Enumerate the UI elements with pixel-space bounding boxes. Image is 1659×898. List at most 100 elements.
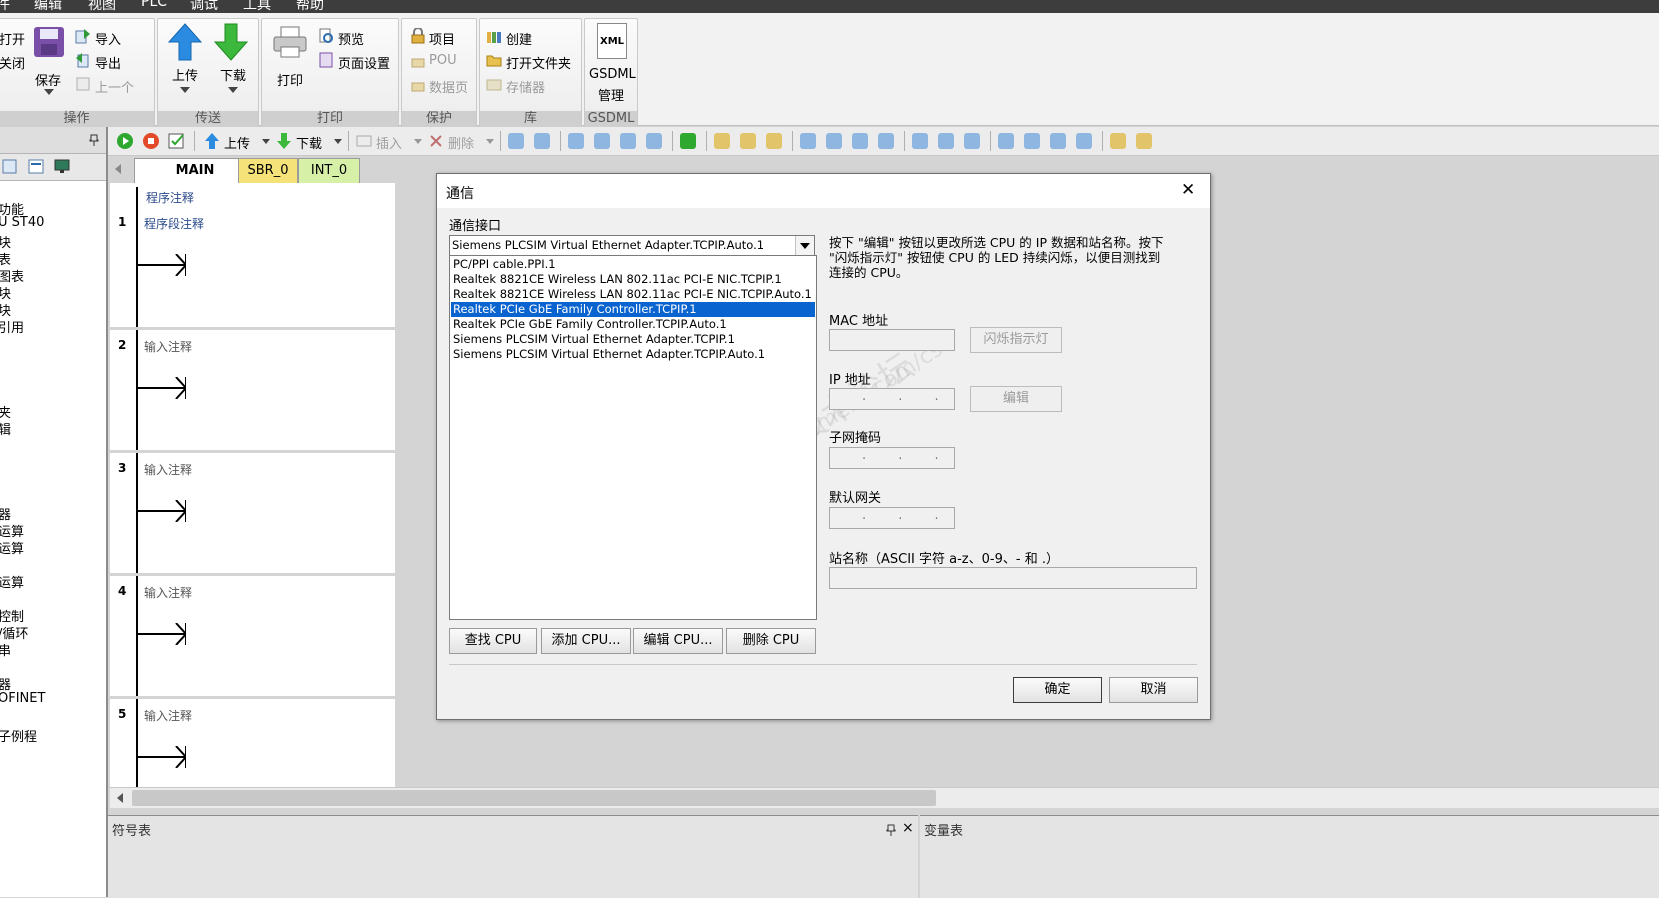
delete-icon[interactable] [428,133,444,149]
run-icon[interactable] [116,132,134,150]
open-button[interactable]: 打开 [0,29,25,48]
view-icon[interactable] [2,159,18,175]
close-icon[interactable]: ✕ [1181,180,1195,200]
output-coil-icon[interactable] [138,623,186,645]
find-cpu-button[interactable]: 查找 CPU [449,628,537,654]
upload-button[interactable]: 上传 [172,65,198,84]
line-down-icon[interactable] [826,133,842,149]
symbol-table-title[interactable]: 符号表 [112,820,151,839]
rung-comment[interactable]: 输入注释 [144,461,192,478]
lock-3-icon[interactable] [766,133,782,149]
print-button[interactable]: 打印 [277,70,303,89]
upload-arrow-icon[interactable] [204,132,220,150]
scroll-left-icon[interactable] [116,793,124,803]
horizontal-scrollbar[interactable] [110,787,1659,808]
export-button[interactable]: 导出 [95,53,121,72]
chevron-down-icon[interactable] [44,89,54,95]
printer-icon[interactable] [272,25,308,59]
menu-help[interactable]: 帮助 [296,0,324,13]
menu-view[interactable]: 视图 [88,0,116,13]
blink-led-button[interactable]: 闪烁指示灯 [970,327,1062,353]
pin-icon[interactable] [89,134,99,146]
coil-icon[interactable] [938,133,954,149]
create-library-button[interactable]: 创建 [506,29,532,48]
chevron-down-icon[interactable] [486,139,494,144]
pin-icon[interactable] [886,824,896,836]
line-right-icon[interactable] [878,133,894,149]
lock-icon[interactable] [714,133,730,149]
menu-debug[interactable]: 调试 [190,0,218,13]
tab-int0[interactable]: INT_0 [298,158,360,183]
network-icon[interactable] [508,133,524,149]
save-icon[interactable] [32,25,66,59]
preview-button[interactable]: 预览 [338,29,364,48]
network-2-icon[interactable] [534,133,550,149]
open-folder-button[interactable]: 打开文件夹 [506,53,571,72]
rung-comment[interactable]: 程序段注释 [144,215,204,232]
program-comment-row[interactable]: 程序注释 [110,183,395,207]
rung-icon[interactable] [568,133,584,149]
add-cpu-button[interactable]: 添加 CPU... [541,628,631,654]
tree-item[interactable]: 运算 [0,572,24,591]
memory-button[interactable]: 存储器 [506,77,545,96]
list-view-icon[interactable] [28,159,44,175]
output-coil-icon[interactable] [138,500,186,522]
output-coil-icon[interactable] [138,377,186,399]
pou-protect-button[interactable]: POU [429,53,457,68]
save-button[interactable]: 保存 [35,70,61,89]
line-up-icon[interactable] [852,133,868,149]
interface-list[interactable]: PC/PPI cable.PPI.1 Realtek 8821CE Wireles… [449,255,817,620]
chevron-down-icon[interactable] [414,139,422,144]
gsdml-manage-label[interactable]: 管理 [598,85,624,104]
edit-cpu-button[interactable]: 编辑 CPU... [633,628,723,654]
stop-icon[interactable] [142,132,160,150]
rung-insert-icon[interactable] [594,133,610,149]
upload-arrow-icon[interactable] [168,23,202,61]
rung-comment[interactable]: 输入注释 [144,338,192,355]
lock-2-icon[interactable] [740,133,756,149]
ladder-rung[interactable]: 1 程序段注释 [110,207,395,330]
goto-icon[interactable] [680,133,696,149]
insert-icon[interactable] [356,133,372,149]
cancel-button[interactable]: 取消 [1109,677,1198,703]
program-comment[interactable]: 程序注释 [146,189,194,206]
ladder-rung[interactable]: 4 输入注释 [110,576,395,699]
box-icon[interactable] [964,133,980,149]
previous-button[interactable]: 上一个 [95,77,134,96]
page-setup-button[interactable]: 页面设置 [338,53,390,72]
dialog-titlebar[interactable]: 通信 ✕ [437,174,1210,208]
download-button[interactable]: 下载 [220,65,246,84]
tree-item[interactable]: OFINET [0,691,45,706]
tree-item[interactable]: 串 [0,640,11,659]
menu-plc[interactable]: PLC [141,0,167,10]
key-icon[interactable] [1110,133,1126,149]
toolbar-delete-button[interactable]: 删除 [448,133,474,152]
close-button[interactable]: 关闭 [0,53,25,72]
chevron-down-icon[interactable] [228,87,238,93]
monitor-icon[interactable] [54,159,70,175]
toolbar-upload-button[interactable]: 上传 [224,133,250,152]
edit-icon[interactable] [1050,133,1066,149]
gsdml-label[interactable]: GSDML [589,67,636,82]
toolbar-download-button[interactable]: 下载 [296,133,322,152]
tree-item[interactable]: U ST40 [0,215,44,230]
chevron-down-icon[interactable] [180,87,190,93]
combo-dropdown-button[interactable] [795,236,814,255]
download-arrow-icon[interactable] [214,23,248,61]
variable-table-title[interactable]: 变量表 [924,820,963,839]
interface-combobox[interactable]: Siemens PLCSIM Virtual Ethernet Adapter.… [449,235,815,256]
interface-list-item[interactable]: Realtek PCIe GbE Family Controller.TCPIP… [451,317,815,332]
key-2-icon[interactable] [1136,133,1152,149]
tree-item[interactable]: 子例程 [0,726,37,745]
ladder-rung[interactable]: 3 输入注释 [110,453,395,576]
delete-cpu-button[interactable]: 删除 CPU [726,628,816,654]
contact-icon[interactable] [912,133,928,149]
tree-item[interactable]: 运算 [0,538,24,557]
interface-list-item[interactable]: Siemens PLCSIM Virtual Ethernet Adapter.… [451,347,815,362]
rung-comment[interactable]: 输入注释 [144,584,192,601]
rung-delete-icon[interactable] [646,133,662,149]
data-page-protect-button[interactable]: 数据页 [429,77,468,96]
compile-icon[interactable] [168,132,186,150]
tab-sbr0[interactable]: SBR_0 [238,158,298,183]
symbol-icon[interactable] [998,133,1014,149]
